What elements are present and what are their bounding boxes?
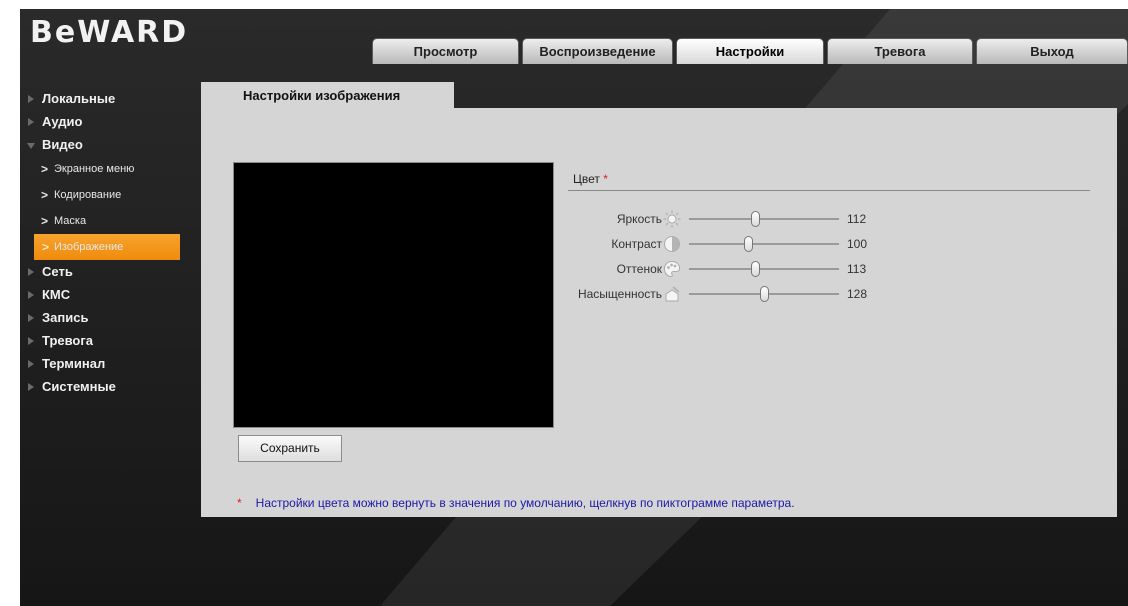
- sidebar-item-label: Системные: [42, 379, 116, 394]
- sidebar-subitem-label: Кодирование: [54, 189, 122, 201]
- contrast-slider-row: Контраст 100: [201, 233, 1117, 255]
- chevron-right-icon: >: [41, 214, 49, 228]
- sidebar-item-network[interactable]: Сеть: [20, 260, 205, 283]
- sidebar-menu: Локальные Аудио Видео > Экранное меню > Ко…: [20, 87, 205, 398]
- note-text: Настройки цвета можно вернуть в значения…: [255, 496, 795, 510]
- saturation-slider-thumb[interactable]: [760, 286, 769, 302]
- beward-logo: BeWARD: [30, 15, 189, 50]
- save-button[interactable]: Сохранить: [238, 435, 342, 462]
- sidebar-item-alarm[interactable]: Тревога: [20, 329, 205, 352]
- brightness-icon[interactable]: [663, 210, 681, 228]
- contrast-label: Контраст: [611, 237, 662, 251]
- triangle-right-icon: [28, 268, 34, 276]
- hue-slider-row: Оттенок 113: [201, 258, 1117, 280]
- sidebar-item-label: Локальные: [42, 91, 116, 106]
- saturation-value: 128: [847, 287, 868, 301]
- brightness-label: Яркость: [616, 212, 662, 226]
- app-window: BeWARD Просмотр Воспроизведение Настройк…: [20, 9, 1128, 606]
- sidebar-subitem-image[interactable]: > Изображение: [34, 234, 180, 260]
- brightness-slider-row: Яркость 112: [201, 208, 1117, 230]
- contrast-icon[interactable]: [663, 235, 681, 253]
- required-mark: *: [603, 172, 608, 186]
- sidebar-item-label: Запись: [42, 310, 89, 325]
- sidebar-subitem-mask[interactable]: > Маска: [20, 208, 205, 234]
- triangle-right-icon: [28, 118, 34, 126]
- contrast-slider-track[interactable]: [689, 236, 839, 252]
- tab-exit[interactable]: Выход: [976, 38, 1128, 64]
- triangle-right-icon: [28, 360, 34, 368]
- sidebar-item-label: Видео: [42, 137, 83, 152]
- sidebar-item-label: Аудио: [42, 114, 83, 129]
- hue-slider-thumb[interactable]: [751, 261, 760, 277]
- section-divider: [568, 190, 1090, 191]
- sidebar-item-label: КМС: [42, 287, 71, 302]
- sidebar-subitem-label: Экранное меню: [54, 163, 135, 175]
- triangle-right-icon: [28, 383, 34, 391]
- sidebar-subitem-osd[interactable]: > Экранное меню: [20, 156, 205, 182]
- tab-settings[interactable]: Настройки: [676, 38, 824, 64]
- sidebar-item-label: Терминал: [42, 356, 106, 371]
- image-settings-panel: Сохранить Цвет * Яркость 112 Контраст 10…: [201, 108, 1117, 517]
- contrast-value: 100: [847, 237, 868, 251]
- sidebar-item-video[interactable]: Видео: [20, 133, 205, 156]
- brightness-value: 112: [847, 212, 867, 226]
- contrast-slider-thumb[interactable]: [743, 236, 753, 252]
- chevron-right-icon: >: [42, 240, 50, 254]
- triangle-right-icon: [28, 291, 34, 299]
- triangle-right-icon: [28, 95, 34, 103]
- saturation-icon[interactable]: [663, 285, 681, 303]
- sidebar-subitem-encoding[interactable]: > Кодирование: [20, 182, 205, 208]
- sidebar-item-system[interactable]: Системные: [20, 375, 205, 398]
- brightness-slider-track[interactable]: [689, 211, 839, 227]
- hue-icon[interactable]: [663, 260, 681, 278]
- note-mark: *: [237, 496, 242, 510]
- sidebar-item-terminal[interactable]: Терминал: [20, 352, 205, 375]
- chevron-right-icon: >: [41, 188, 49, 202]
- hue-slider-track[interactable]: [689, 261, 839, 277]
- hue-value: 113: [847, 262, 867, 276]
- sidebar-item-cms[interactable]: КМС: [20, 283, 205, 306]
- saturation-label: Насыщенность: [577, 287, 662, 301]
- triangle-right-icon: [28, 314, 34, 322]
- triangle-right-icon: [28, 337, 34, 345]
- tab-image-settings[interactable]: Настройки изображения: [201, 82, 454, 109]
- sidebar-subitem-label: Маска: [54, 215, 87, 227]
- sidebar-item-label: Сеть: [42, 264, 73, 279]
- saturation-slider-row: Насыщенность 128: [201, 283, 1117, 305]
- sidebar-item-label: Тревога: [42, 333, 94, 348]
- default-reset-note: * Настройки цвета можно вернуть в значени…: [237, 496, 795, 510]
- tab-playback[interactable]: Воспроизведение: [522, 38, 673, 64]
- triangle-down-icon: [27, 143, 35, 149]
- brightness-slider-thumb[interactable]: [751, 211, 760, 227]
- sidebar-item-record[interactable]: Запись: [20, 306, 205, 329]
- page-background: BeWARD Просмотр Воспроизведение Настройк…: [0, 0, 1128, 606]
- sidebar-subitem-label: Изображение: [54, 241, 124, 253]
- saturation-slider-track[interactable]: [689, 286, 839, 302]
- tab-alarm[interactable]: Тревога: [827, 38, 973, 64]
- chevron-right-icon: >: [41, 162, 49, 176]
- color-section-label: Цвет: [573, 172, 600, 186]
- color-section-title: Цвет *: [573, 172, 608, 186]
- sidebar-item-local[interactable]: Локальные: [20, 87, 205, 110]
- tab-view[interactable]: Просмотр: [372, 38, 519, 64]
- sidebar-item-audio[interactable]: Аудио: [20, 110, 205, 133]
- hue-label: Оттенок: [616, 262, 662, 276]
